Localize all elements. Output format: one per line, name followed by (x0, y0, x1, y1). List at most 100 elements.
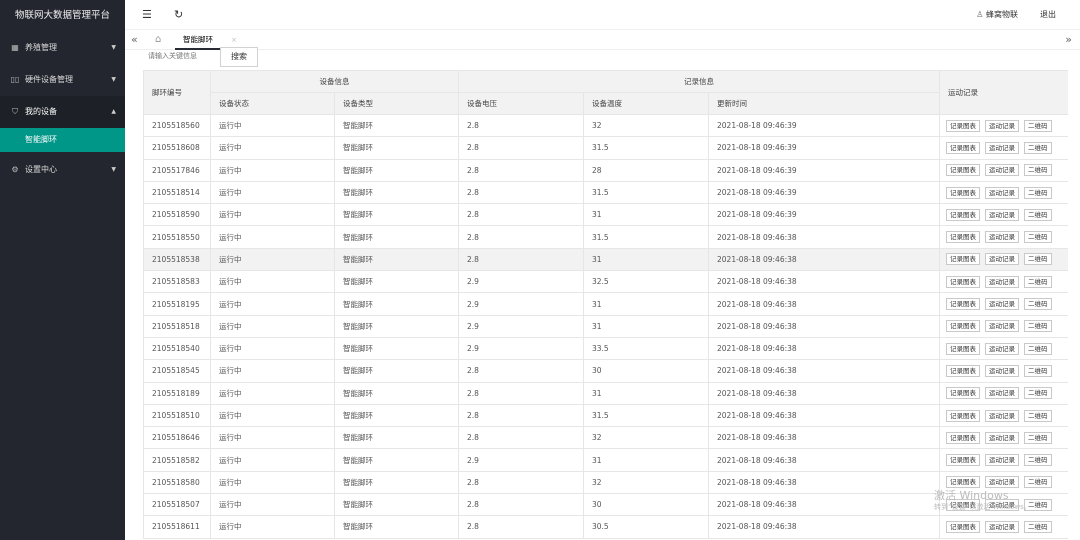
scroll-left-icon[interactable]: « (131, 30, 138, 50)
qrcode-button[interactable]: 二维码 (1024, 320, 1052, 333)
motion-record-button[interactable]: 运动记录 (985, 454, 1020, 467)
table-row[interactable]: 2105518611 运行中 智能脚环 2.8 30.5 2021-08-18 09:46… (143, 515, 1068, 539)
sidebar-item-hardware[interactable]: ▯▯ 硬件设备管理 ▼ (0, 64, 125, 96)
qrcode-button[interactable]: 二维码 (1024, 119, 1052, 132)
record-chart-button[interactable]: 记录图表 (946, 431, 981, 444)
motion-record-button[interactable]: 运动记录 (985, 520, 1020, 533)
motion-record-button[interactable]: 运动记录 (985, 409, 1020, 422)
cell-id: 2105518646 (143, 426, 211, 450)
sidebar-item-settings[interactable]: ⚙ 设置中心 ▼ (0, 154, 125, 186)
qrcode-button[interactable]: 二维码 (1024, 476, 1052, 489)
table-row[interactable]: 2105518540 运行中 智能脚环 2.9 33.5 2021-08-18 09:46… (143, 336, 1068, 361)
motion-record-button[interactable]: 运动记录 (985, 342, 1020, 355)
record-chart-button[interactable]: 记录图表 (946, 253, 981, 266)
refresh-icon[interactable]: ↻ (174, 0, 183, 30)
sidebar-item-my-devices[interactable]: ⛉ 我的设备 ▲ (0, 96, 125, 128)
qrcode-button[interactable]: 二维码 (1024, 275, 1052, 288)
cell-temperature: 31.5 (583, 225, 709, 249)
qrcode-button[interactable]: 二维码 (1024, 409, 1052, 422)
table-row[interactable]: 2105518514 运行中 智能脚环 2.8 31.5 2021-08-18 09:46… (143, 180, 1068, 205)
qrcode-button[interactable]: 二维码 (1024, 186, 1052, 199)
qrcode-button[interactable]: 二维码 (1024, 253, 1052, 266)
qrcode-button[interactable]: 二维码 (1024, 231, 1052, 244)
table-row[interactable]: 2105518583 运行中 智能脚环 2.9 32.5 2021-08-18 09:46… (143, 270, 1068, 294)
cell-type: 智能脚环 (334, 314, 459, 338)
logout-link[interactable]: 退出 (1040, 0, 1056, 30)
motion-record-button[interactable]: 运动记录 (985, 387, 1020, 400)
table-row[interactable]: 2105518582 运行中 智能脚环 2.9 31 2021-08-18 09:46:3… (143, 448, 1068, 472)
record-chart-button[interactable]: 记录图表 (946, 342, 981, 355)
motion-record-button[interactable]: 运动记录 (985, 186, 1020, 199)
record-chart-button[interactable]: 记录图表 (946, 119, 981, 132)
motion-record-button[interactable]: 运动记录 (985, 364, 1020, 377)
table-row[interactable]: 2105518518 运行中 智能脚环 2.9 31 2021-08-18 09:46:3… (143, 314, 1068, 338)
home-icon[interactable]: ⌂ (155, 30, 161, 50)
user-menu[interactable]: ♙ 蜂窝物联 (976, 0, 1018, 30)
table-body: 2105518560 运行中 智能脚环 2.8 32 2021-08-18 09:46:3… (143, 113, 1068, 539)
table-row[interactable]: 2105518510 运行中 智能脚环 2.8 31.5 2021-08-18 09:46… (143, 403, 1068, 428)
record-chart-button[interactable]: 记录图表 (946, 409, 981, 422)
cell-status: 运行中 (210, 381, 335, 405)
record-chart-button[interactable]: 记录图表 (946, 364, 981, 377)
cell-voltage: 2.8 (458, 247, 584, 272)
record-chart-button[interactable]: 记录图表 (946, 298, 981, 311)
record-chart-button[interactable]: 记录图表 (946, 387, 981, 400)
cell-ops: 记录图表 运动记录 二维码 (939, 180, 1068, 205)
motion-record-button[interactable]: 运动记录 (985, 253, 1020, 266)
motion-record-button[interactable]: 运动记录 (985, 141, 1020, 154)
qrcode-button[interactable]: 二维码 (1024, 164, 1052, 177)
qrcode-button[interactable]: 二维码 (1024, 298, 1052, 311)
record-chart-button[interactable]: 记录图表 (946, 454, 981, 467)
table-row[interactable]: 2105518580 运行中 智能脚环 2.8 32 2021-08-18 09:46:3… (143, 470, 1068, 495)
search-button[interactable]: 搜索 (220, 47, 258, 67)
cell-temperature: 32 (583, 470, 709, 495)
cell-voltage: 2.8 (458, 203, 584, 227)
record-chart-button[interactable]: 记录图表 (946, 164, 981, 177)
table-row[interactable]: 2105518545 运行中 智能脚环 2.8 30 2021-08-18 09:46:3… (143, 359, 1068, 383)
shield-icon: ⛉ (12, 107, 18, 116)
sidebar-item-breeding[interactable]: ▦ 养殖管理 ▼ (0, 32, 125, 64)
record-chart-button[interactable]: 记录图表 (946, 141, 981, 154)
sidebar-subitem-smart-ring[interactable]: 智能脚环 (0, 128, 125, 152)
record-chart-button[interactable]: 记录图表 (946, 231, 981, 244)
table-row[interactable]: 2105518507 运行中 智能脚环 2.8 30 2021-08-18 09:46:3… (143, 493, 1068, 517)
cell-temperature: 31 (583, 203, 709, 227)
motion-record-button[interactable]: 运动记录 (985, 275, 1020, 288)
qrcode-button[interactable]: 二维码 (1024, 454, 1052, 467)
menu-toggle-icon[interactable]: ☰ (142, 0, 152, 30)
qrcode-button[interactable]: 二维码 (1024, 431, 1052, 444)
qrcode-button[interactable]: 二维码 (1024, 520, 1052, 533)
scroll-right-icon[interactable]: » (1065, 30, 1072, 50)
col-header-updated: 更新时间 (707, 92, 941, 115)
motion-record-button[interactable]: 运动记录 (985, 164, 1020, 177)
table-row[interactable]: 2105518560 运行中 智能脚环 2.8 32 2021-08-18 09:46:3… (143, 113, 1068, 138)
motion-record-button[interactable]: 运动记录 (985, 320, 1020, 333)
qrcode-button[interactable]: 二维码 (1024, 342, 1052, 355)
motion-record-button[interactable]: 运动记录 (985, 208, 1020, 221)
qrcode-button[interactable]: 二维码 (1024, 208, 1052, 221)
record-chart-button[interactable]: 记录图表 (946, 520, 981, 533)
chevron-down-icon: ▼ (111, 76, 116, 83)
motion-record-button[interactable]: 运动记录 (985, 231, 1020, 244)
table-row[interactable]: 2105518195 运行中 智能脚环 2.9 31 2021-08-18 09:46:3… (143, 292, 1068, 316)
motion-record-button[interactable]: 运动记录 (985, 431, 1020, 444)
table-row[interactable]: 2105518538 运行中 智能脚环 2.8 31 2021-08-18 09:46:3… (143, 247, 1068, 272)
table-row[interactable]: 2105518608 运行中 智能脚环 2.8 31.5 2021-08-18 09:46… (143, 136, 1068, 160)
record-chart-button[interactable]: 记录图表 (946, 320, 981, 333)
table-row[interactable]: 2105518646 运行中 智能脚环 2.8 32 2021-08-18 09:46:3… (143, 426, 1068, 450)
search-input[interactable] (143, 49, 211, 63)
table-row[interactable]: 2105517846 运行中 智能脚环 2.8 28 2021-08-18 09:46:3… (143, 158, 1068, 182)
record-chart-button[interactable]: 记录图表 (946, 208, 981, 221)
qrcode-button[interactable]: 二维码 (1024, 364, 1052, 377)
table-row[interactable]: 2105518189 运行中 智能脚环 2.8 31 2021-08-18 09:46:3… (143, 381, 1068, 405)
cell-updated: 2021-08-18 09:46:38 (707, 426, 941, 450)
qrcode-button[interactable]: 二维码 (1024, 387, 1052, 400)
motion-record-button[interactable]: 运动记录 (985, 298, 1020, 311)
table-row[interactable]: 2105518550 运行中 智能脚环 2.8 31.5 2021-08-18 09:46… (143, 225, 1068, 249)
record-chart-button[interactable]: 记录图表 (946, 186, 981, 199)
col-header-ops: 运动记录 (939, 70, 1068, 115)
qrcode-button[interactable]: 二维码 (1024, 141, 1052, 154)
record-chart-button[interactable]: 记录图表 (946, 275, 981, 288)
table-row[interactable]: 2105518590 运行中 智能脚环 2.8 31 2021-08-18 09:46:3… (143, 203, 1068, 227)
motion-record-button[interactable]: 运动记录 (985, 119, 1020, 132)
